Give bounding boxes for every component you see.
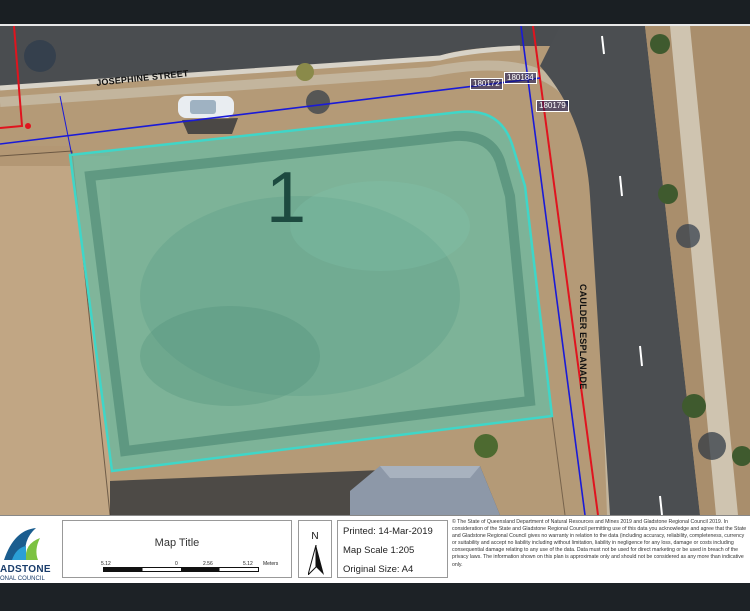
parcel-tag: 180172 [470, 78, 503, 90]
north-arrow-icon [308, 545, 324, 575]
map-view[interactable]: JOSEPHINE STREET CAULDER ESPLANADE 18017… [0, 26, 750, 515]
north-label: N [311, 531, 319, 542]
top-bar [0, 0, 750, 26]
map-footer: ADSTONE ONAL COUNCIL Map Title 5.12 0 2.… [0, 515, 750, 583]
logo-subtitle: ONAL COUNCIL [0, 576, 45, 582]
council-logo-icon [4, 528, 40, 560]
lot-number: 1 [266, 158, 307, 238]
parcel-tag: 180184 [504, 72, 537, 84]
disclaimer-text: © The State of Queensland Department of … [452, 519, 747, 568]
original-size: Original Size: A4 [343, 564, 414, 575]
map-title-box: Map Title 5.12 0 2.56 5.12 Meters [62, 520, 292, 578]
aerial-map [0, 26, 750, 515]
scale-bar [103, 567, 259, 572]
print-info-box: Printed: 14-Mar-2019 Map Scale 1:205 Ori… [337, 520, 448, 578]
logo-wordmark: ADSTONE [0, 564, 51, 575]
parcel-tag: 180179 [536, 100, 569, 112]
scale-unit-label: Meters [263, 561, 279, 567]
council-logo: ADSTONE ONAL COUNCIL [0, 520, 56, 582]
north-arrow-box: N [298, 520, 332, 578]
map-title: Map Title [154, 537, 200, 549]
map-scale: Map Scale 1:205 [343, 545, 415, 556]
street-label-caulder: CAULDER ESPLANADE [578, 284, 588, 390]
bottom-bar [0, 583, 750, 611]
printed-date: Printed: 14-Mar-2019 [343, 526, 433, 537]
